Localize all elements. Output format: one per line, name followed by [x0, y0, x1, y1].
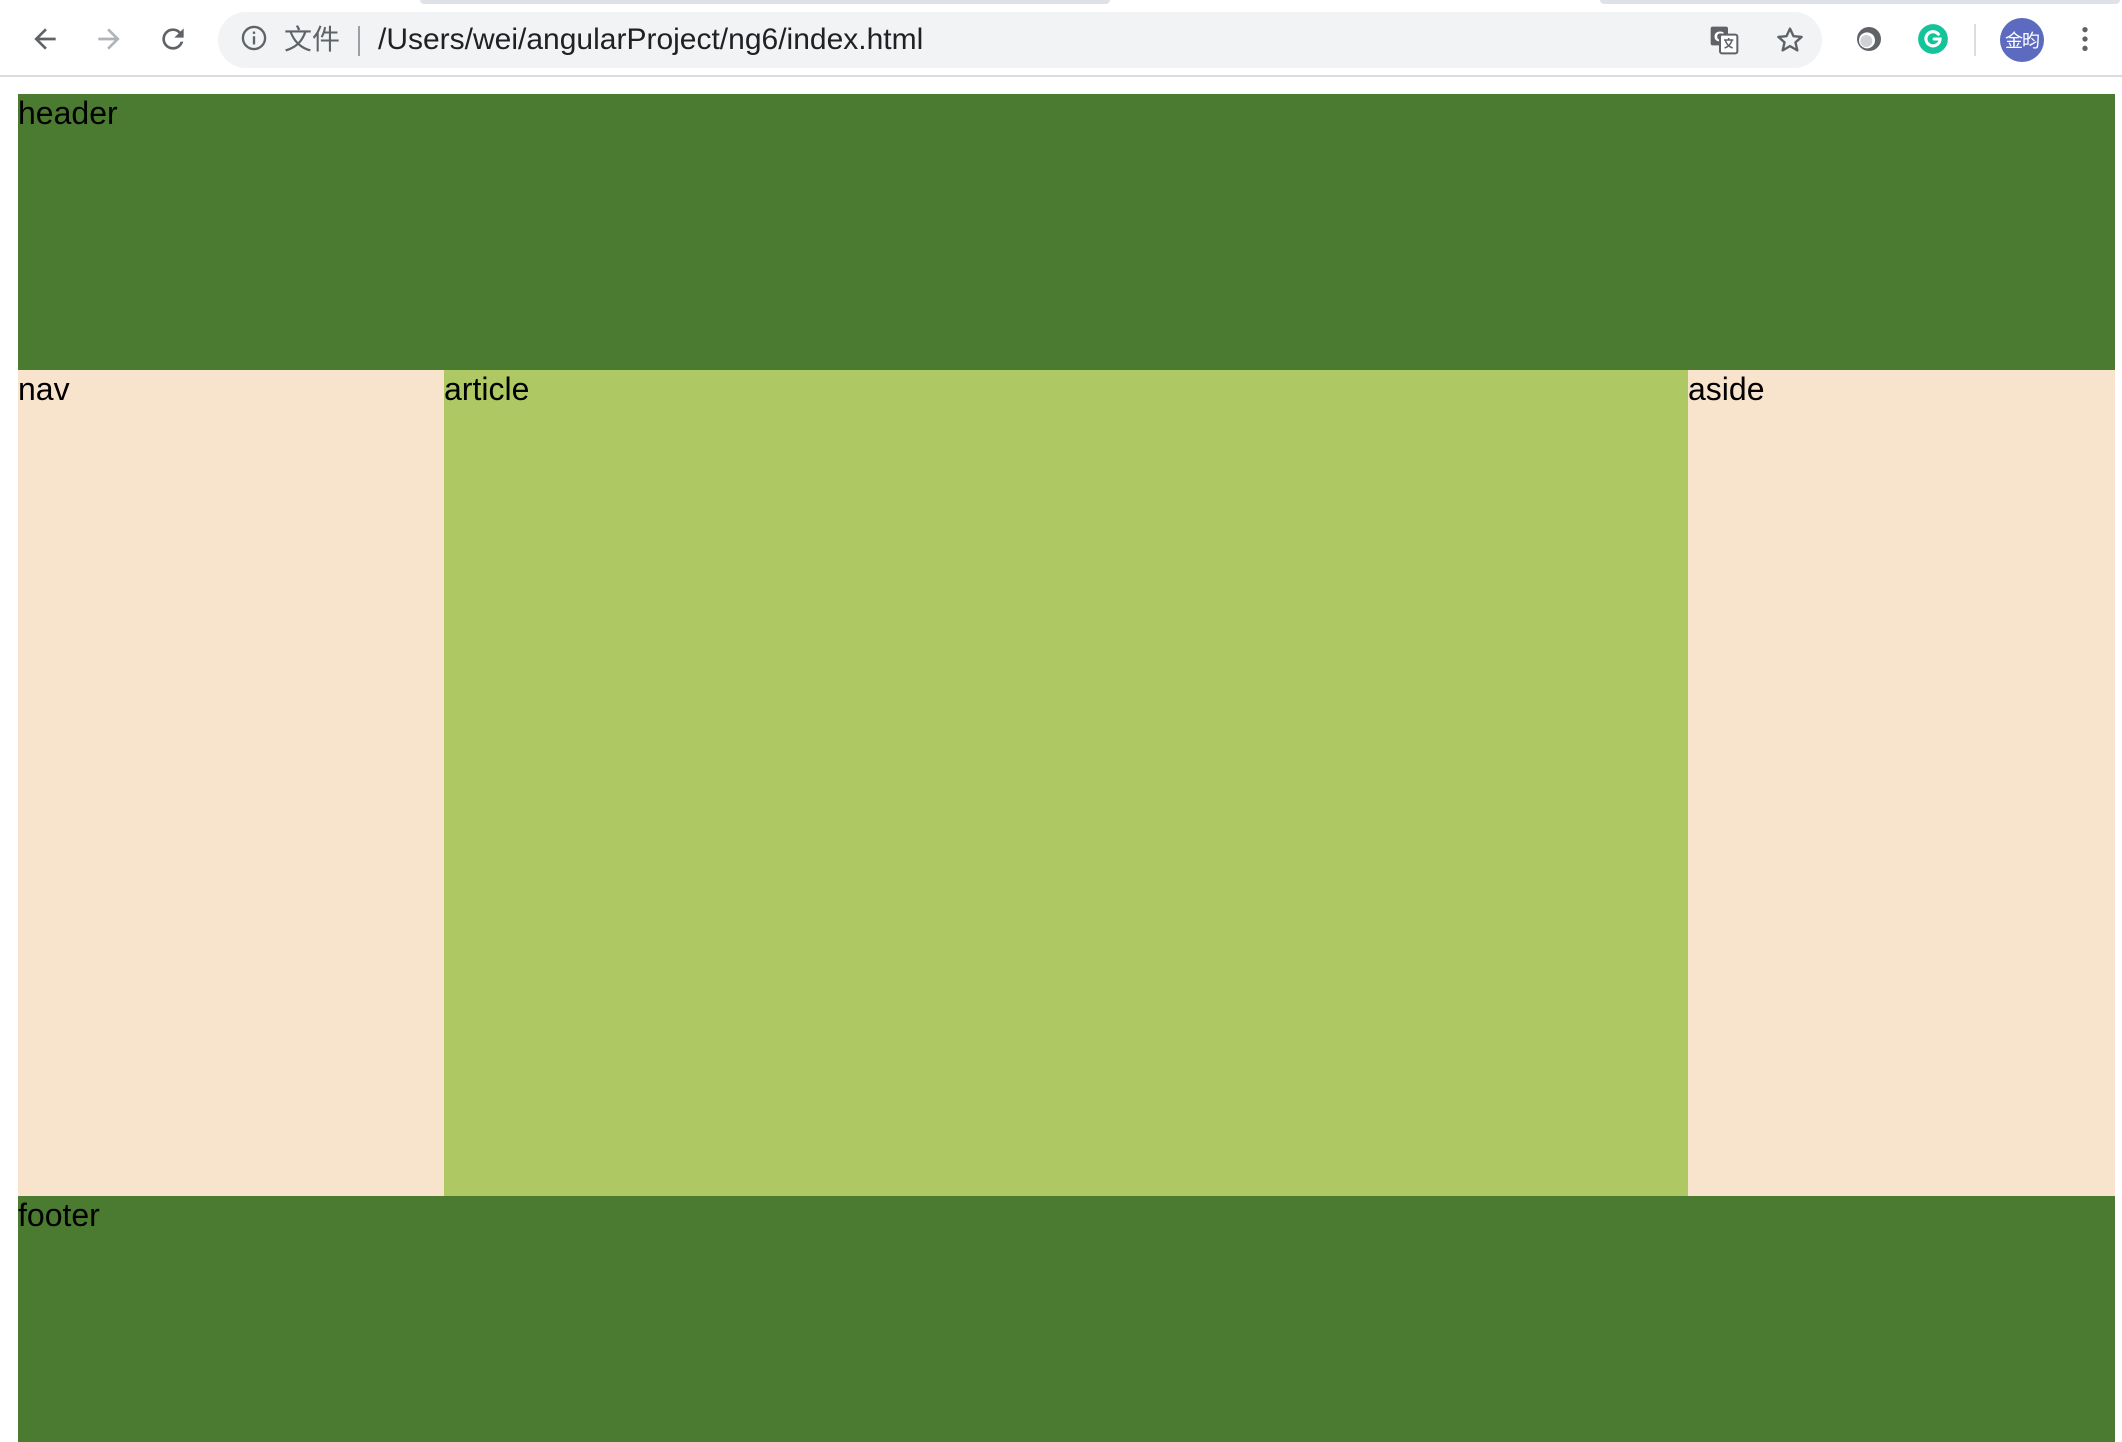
toolbar-divider: [1974, 24, 1976, 56]
address-separator: [358, 26, 360, 56]
extension-circle-icon: [1853, 23, 1885, 55]
header-block: header: [18, 94, 2115, 370]
browser-menu-button[interactable]: [2060, 14, 2110, 64]
star-icon: [1774, 24, 1806, 61]
page-viewport: header nav article aside footer: [0, 77, 2122, 1442]
nav-label: nav: [18, 371, 70, 407]
extension-button-1[interactable]: [1844, 14, 1894, 64]
bookmark-button[interactable]: [1772, 24, 1808, 60]
forward-button[interactable]: [84, 14, 134, 64]
nav-block: nav: [18, 370, 444, 1196]
extension-button-2[interactable]: [1908, 14, 1958, 64]
back-arrow-icon: [29, 23, 61, 55]
aside-label: aside: [1688, 371, 1765, 407]
forward-arrow-icon: [93, 23, 125, 55]
grammarly-icon: [1916, 22, 1950, 56]
reload-icon: [157, 23, 189, 55]
info-icon: [240, 24, 268, 57]
footer-block: footer: [18, 1196, 2115, 1442]
tab-strip-edge: [420, 0, 1110, 4]
tab-strip-edge: [1600, 0, 2120, 4]
article-block: article: [444, 370, 1688, 1196]
scheme-label: 文件: [284, 23, 341, 56]
aside-block: aside: [1688, 370, 2115, 1196]
browser-toolbar: 文件 /Users/wei/angularProject/ng6/index.h…: [0, 0, 2122, 77]
address-bar[interactable]: 文件 /Users/wei/angularProject/ng6/index.h…: [218, 12, 1822, 68]
page-left-margin: [0, 77, 18, 1442]
profile-avatar[interactable]: 金昀: [2000, 18, 2044, 62]
back-button[interactable]: [20, 14, 70, 64]
article-label: article: [444, 371, 530, 407]
footer-label: footer: [18, 1197, 100, 1233]
translate-icon: G: [1708, 24, 1740, 61]
kebab-menu-icon: [2069, 23, 2101, 55]
reload-button[interactable]: [148, 14, 198, 64]
url-text[interactable]: /Users/wei/angularProject/ng6/index.html: [378, 21, 923, 59]
header-label: header: [18, 95, 118, 131]
translate-button[interactable]: G: [1706, 24, 1742, 60]
site-info-button[interactable]: [238, 24, 270, 56]
